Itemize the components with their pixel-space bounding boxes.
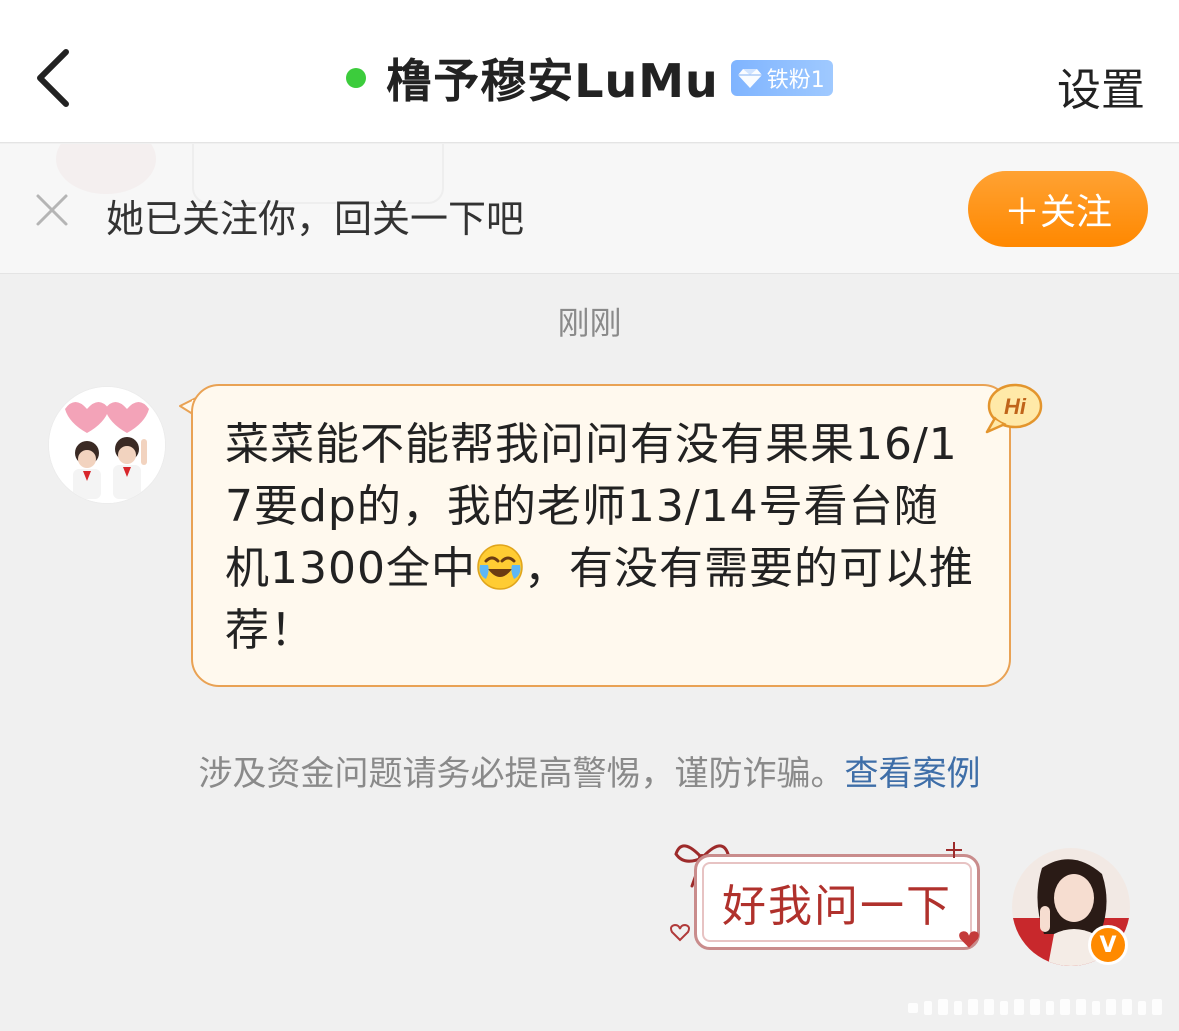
outgoing-message-bubble[interactable]: 好我问一下 bbox=[694, 854, 980, 950]
fan-level-badge: 铁粉1 bbox=[730, 60, 833, 96]
heart-decoration-icon bbox=[959, 931, 979, 948]
outgoing-message-text: 好我问一下 bbox=[722, 881, 952, 932]
incoming-message-text: 菜菜能不能帮我问问有没有果果16/17要dp的，我的老师13/14号看台随机13… bbox=[225, 414, 979, 662]
chat-title: 橹予穆安LuMu bbox=[386, 54, 719, 108]
settings-button[interactable]: 设置 bbox=[1057, 54, 1145, 118]
outgoing-message-bubble-frame: 好我问一下 bbox=[668, 838, 990, 956]
heart-decoration-icon bbox=[670, 924, 690, 942]
diamond-icon bbox=[737, 69, 762, 88]
online-status-dot bbox=[346, 68, 367, 88]
verified-badge: V bbox=[1088, 925, 1128, 965]
sender-avatar[interactable] bbox=[48, 386, 166, 504]
chat-header: 橹予穆安LuMu 铁粉1 设置 bbox=[0, 0, 1179, 143]
watermark-pattern bbox=[908, 999, 1162, 1015]
close-follow-bar-button[interactable] bbox=[34, 192, 70, 228]
sparkle-decoration-icon bbox=[946, 842, 962, 858]
sender-avatar-image bbox=[49, 387, 165, 503]
fan-badge-label: 铁粉1 bbox=[766, 68, 825, 93]
hi-sticker-label: Hi bbox=[1004, 394, 1027, 419]
close-icon bbox=[36, 194, 68, 226]
incoming-message-bubble[interactable]: 菜菜能不能帮我问问有没有果果16/17要dp的，我的老师13/14号看台随机13… bbox=[191, 384, 1011, 687]
hi-sticker-icon: Hi bbox=[985, 383, 1043, 434]
fraud-warning: 涉及资金问题请务必提高警惕，谨防诈骗。查看案例 bbox=[0, 746, 1179, 795]
follow-back-bar: 她已关注你，回关一下吧 ＋关注 bbox=[0, 144, 1179, 274]
follow-button[interactable]: ＋关注 bbox=[968, 171, 1148, 247]
message-timestamp: 刚刚 bbox=[557, 304, 622, 342]
follow-back-text: 她已关注你，回关一下吧 bbox=[106, 197, 525, 241]
fraud-warning-text: 涉及资金问题请务必提高警惕，谨防诈骗。 bbox=[198, 754, 845, 794]
view-cases-link[interactable]: 查看案例 bbox=[845, 754, 981, 794]
faded-avatar bbox=[56, 144, 156, 194]
chat-title-area[interactable]: 橹予穆安LuMu 铁粉1 bbox=[0, 48, 1179, 108]
laughing-crying-emoji-icon bbox=[477, 544, 523, 590]
